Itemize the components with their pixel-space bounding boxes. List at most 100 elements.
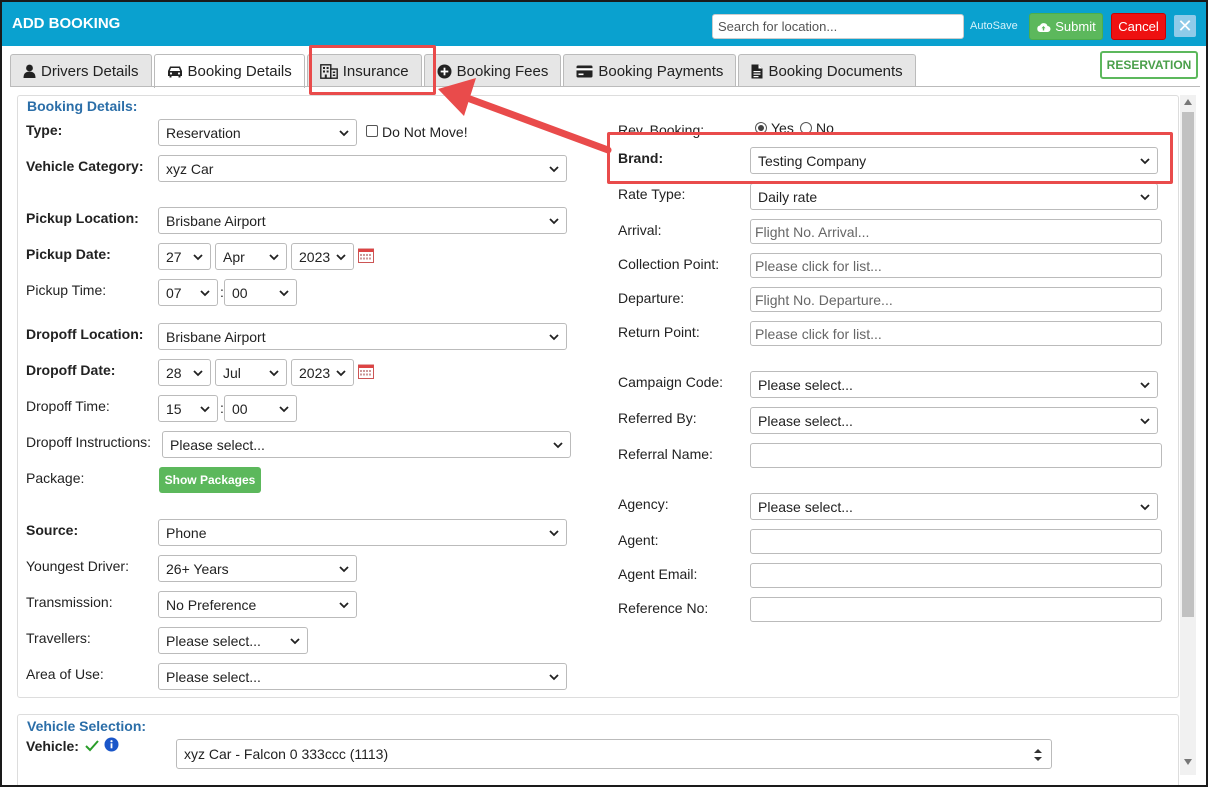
collection-point-input[interactable]: Please click for list... <box>750 253 1162 278</box>
chevron-down-icon <box>279 290 289 297</box>
dropoff-day-value: 28 <box>166 364 182 381</box>
dropoff-location-select[interactable]: Brisbane Airport <box>158 323 567 350</box>
pickup-month-select[interactable]: Apr <box>215 243 287 270</box>
tab-label: Booking Fees <box>456 62 549 80</box>
agent-email-input[interactable] <box>750 563 1162 588</box>
transmission-label: Transmission: <box>26 594 113 610</box>
youngest-driver-value: 26+ Years <box>166 560 229 577</box>
referred-by-value: Please select... <box>758 412 853 429</box>
autosave-label: AutoSave <box>970 20 1018 32</box>
pickup-year-select[interactable]: 2023 <box>291 243 354 270</box>
add-booking-window: ADD BOOKING AutoSave Submit Cancel ✕ Dri… <box>0 0 1208 787</box>
show-packages-button[interactable]: Show Packages <box>159 467 261 493</box>
dropoff-instructions-select[interactable]: Please select... <box>162 431 571 458</box>
travellers-select[interactable]: Please select... <box>158 627 308 654</box>
referral-name-input[interactable] <box>750 443 1162 468</box>
agent-label: Agent: <box>618 532 659 548</box>
pickup-day-value: 27 <box>166 248 182 265</box>
travellers-value: Please select... <box>166 632 261 649</box>
pickup-location-select[interactable]: Brisbane Airport <box>158 207 567 234</box>
scrollbar-thumb[interactable] <box>1182 112 1194 617</box>
tab-booking-payments[interactable]: Booking Payments <box>563 54 737 87</box>
reference-no-input[interactable] <box>750 597 1162 622</box>
departure-label: Departure: <box>618 290 685 306</box>
calendar-icon[interactable] <box>358 364 374 379</box>
chevron-down-icon <box>339 566 349 573</box>
arrival-input[interactable]: Flight No. Arrival... <box>750 219 1162 244</box>
cancel-button[interactable]: Cancel <box>1111 13 1166 40</box>
dropoff-date-label: Dropoff Date: <box>26 362 116 378</box>
departure-input[interactable]: Flight No. Departure... <box>750 287 1162 312</box>
collection-point-label: Collection Point: <box>618 256 720 272</box>
area-of-use-label: Area of Use: <box>26 666 104 682</box>
pickup-location-label: Pickup Location: <box>26 210 139 226</box>
transmission-select[interactable]: No Preference <box>158 591 357 618</box>
agency-select[interactable]: Please select... <box>750 493 1158 520</box>
area-of-use-value: Please select... <box>166 668 261 685</box>
pickup-time-label: Pickup Time: <box>26 282 107 298</box>
tab-drivers-details[interactable]: Drivers Details <box>10 54 152 87</box>
dropoff-year-value: 2023 <box>299 364 331 381</box>
scrollbar[interactable] <box>1180 95 1196 775</box>
scroll-down-icon[interactable] <box>1184 759 1192 765</box>
calendar-icon[interactable] <box>358 248 374 263</box>
source-select[interactable]: Phone <box>158 519 567 546</box>
chevron-down-icon <box>193 254 203 261</box>
tab-booking-fees[interactable]: Booking Fees <box>423 54 562 87</box>
pickup-hour-select[interactable]: 07 <box>158 279 218 306</box>
dropoff-month-select[interactable]: Jul <box>215 359 287 386</box>
agent-input[interactable] <box>750 529 1162 554</box>
campaign-code-label: Campaign Code: <box>618 374 724 390</box>
dropoff-day-select[interactable]: 28 <box>158 359 211 386</box>
transmission-value: No Preference <box>166 596 257 613</box>
chevron-down-icon <box>200 406 210 413</box>
scroll-up-icon[interactable] <box>1184 99 1192 105</box>
chevron-down-icon <box>336 370 346 377</box>
tab-label: Booking Documents <box>768 62 903 80</box>
tab-booking-details[interactable]: Booking Details <box>153 54 305 88</box>
dropoff-instructions-label: Dropoff Instructions: <box>26 434 152 450</box>
rate-type-select[interactable]: Daily rate <box>750 183 1158 210</box>
chevron-down-icon <box>339 130 349 137</box>
type-value: Reservation <box>166 124 241 141</box>
vehicle-select[interactable]: xyz Car - Falcon 0 333ccc (1113) <box>176 739 1052 769</box>
youngest-driver-select[interactable]: 26+ Years <box>158 555 357 582</box>
dropoff-minute-select[interactable]: 00 <box>224 395 297 422</box>
close-icon[interactable]: ✕ <box>1174 15 1196 37</box>
do-not-move-checkbox[interactable] <box>366 125 378 137</box>
chevron-down-icon <box>269 254 279 261</box>
referred-by-select[interactable]: Please select... <box>750 407 1158 434</box>
campaign-code-select[interactable]: Please select... <box>750 371 1158 398</box>
chevron-down-icon <box>549 166 559 173</box>
dropoff-hour-select[interactable]: 15 <box>158 395 218 422</box>
title-bar: ADD BOOKING AutoSave Submit Cancel ✕ <box>2 2 1206 46</box>
pickup-year-value: 2023 <box>299 248 331 265</box>
vehicle-category-select[interactable]: xyz Car <box>158 155 567 182</box>
type-select[interactable]: Reservation <box>158 119 357 146</box>
check-icon <box>85 740 99 752</box>
info-icon[interactable] <box>104 737 119 752</box>
vehicle-label: Vehicle: <box>26 738 79 754</box>
file-icon <box>751 64 763 78</box>
user-icon <box>23 64 36 78</box>
sort-arrows-icon <box>1034 749 1042 761</box>
chevron-down-icon <box>549 334 559 341</box>
chevron-down-icon <box>339 602 349 609</box>
dropoff-year-select[interactable]: 2023 <box>291 359 354 386</box>
dropoff-month-value: Jul <box>223 364 241 381</box>
area-of-use-select[interactable]: Please select... <box>158 663 567 690</box>
return-point-input[interactable]: Please click for list... <box>750 321 1162 346</box>
dropoff-location-label: Dropoff Location: <box>26 326 144 342</box>
travellers-label: Travellers: <box>26 630 91 646</box>
submit-button[interactable]: Submit <box>1029 13 1103 40</box>
source-value: Phone <box>166 524 207 541</box>
rate-type-label: Rate Type: <box>618 186 686 202</box>
pickup-minute-select[interactable]: 00 <box>224 279 297 306</box>
insurance-highlight-box <box>309 45 436 95</box>
agent-email-label: Agent Email: <box>618 566 698 582</box>
dropoff-location-value: Brisbane Airport <box>166 328 266 345</box>
tab-booking-documents[interactable]: Booking Documents <box>738 54 916 87</box>
pickup-day-select[interactable]: 27 <box>158 243 211 270</box>
location-search-input[interactable] <box>712 14 964 39</box>
chevron-down-icon <box>200 290 210 297</box>
